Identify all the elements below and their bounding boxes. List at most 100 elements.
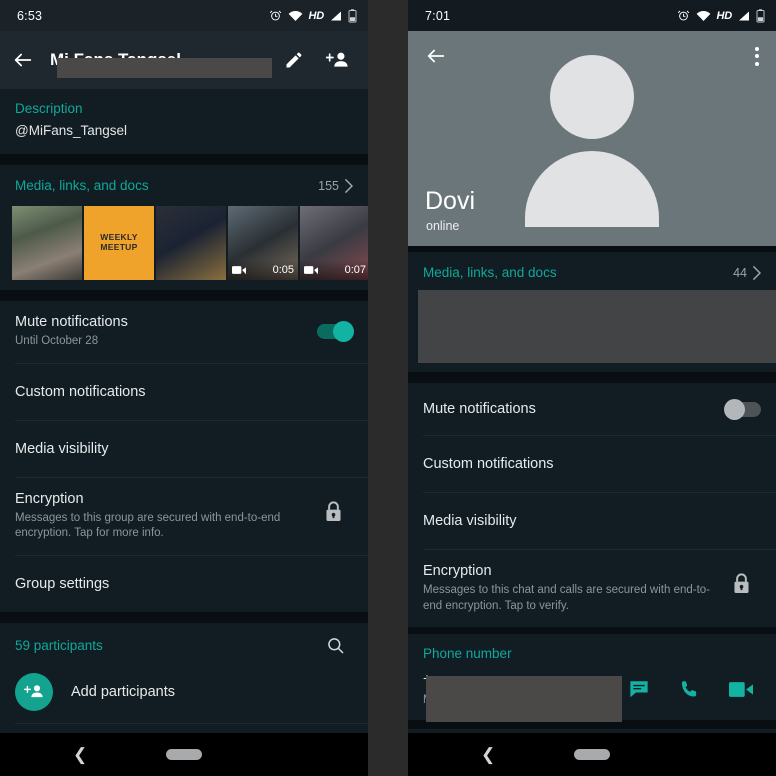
nav-home-pill[interactable] <box>574 749 610 760</box>
back-arrow-icon[interactable] <box>12 49 34 71</box>
status-icons: HD <box>269 8 358 23</box>
video-badge: 0:07 <box>300 260 368 280</box>
media-section: Media, links, and docs 44 <box>408 252 776 372</box>
media-count-wrap: 155 <box>318 179 353 193</box>
row-title: Custom notifications <box>15 383 146 400</box>
media-header-row[interactable]: Media, links, and docs 155 <box>0 165 368 206</box>
row-encryption[interactable]: Encryption Messages to this group are se… <box>0 478 368 555</box>
row-custom-notifications[interactable]: Custom notifications <box>0 364 368 420</box>
nav-back-icon[interactable]: ❮ <box>481 745 495 765</box>
row-custom-notifications[interactable]: Custom notifications <box>408 436 776 492</box>
mute-toggle[interactable] <box>317 321 354 343</box>
signal-icon <box>331 11 341 20</box>
battery-icon <box>348 8 357 22</box>
row-title: Media visibility <box>15 440 109 457</box>
media-thumbnail[interactable]: 0:07 <box>300 206 368 280</box>
network-type-label: HD <box>716 9 733 22</box>
row-encryption[interactable]: Encryption Messages to this chat and cal… <box>408 550 776 627</box>
battery-icon <box>756 8 765 22</box>
contact-app-bar: Dovi online <box>408 31 776 246</box>
row-title: Mute notifications <box>423 401 536 417</box>
alarm-icon <box>269 10 281 21</box>
row-media-visibility[interactable]: Media visibility <box>0 421 368 477</box>
row-group-settings[interactable]: Group settings <box>0 556 368 612</box>
add-person-icon[interactable] <box>326 50 350 70</box>
media-thumbnail[interactable] <box>12 206 82 280</box>
add-participants-row[interactable]: Add participants <box>0 661 368 723</box>
description-label: Description <box>15 101 83 116</box>
search-icon[interactable] <box>326 636 345 655</box>
chevron-right-icon <box>345 178 353 193</box>
avatar-head <box>550 55 634 139</box>
wifi-icon <box>288 10 302 21</box>
video-camera-icon <box>304 266 318 275</box>
add-participants-label: Add participants <box>71 683 175 700</box>
phone-number-row[interactable]: + M <box>408 663 776 723</box>
alarm-icon <box>677 10 689 21</box>
status-time: 6:53 <box>17 8 43 23</box>
signal-icon <box>739 11 749 20</box>
row-title: Group settings <box>15 575 110 592</box>
section-gap <box>0 154 368 165</box>
app-bar-actions <box>284 50 356 70</box>
media-count: 155 <box>318 178 339 193</box>
video-camera-icon <box>232 266 246 275</box>
redaction-overlay-media <box>418 290 776 363</box>
nav-bar-left: ❮ <box>0 733 368 776</box>
participants-count-label: 59 participants <box>15 637 103 653</box>
section-gap <box>0 290 368 301</box>
phone-call-icon[interactable] <box>679 679 700 700</box>
status-time: 7:01 <box>425 8 451 23</box>
row-title: Custom notifications <box>423 456 554 472</box>
media-thumbnail[interactable] <box>156 206 226 280</box>
add-person-icon <box>15 672 53 711</box>
chevron-right-icon <box>753 265 761 280</box>
contact-info-screen: 7:01 HD Dovi online Media, links, and do… <box>408 0 776 776</box>
media-count-wrap: 44 <box>733 266 761 280</box>
status-bar-right: 7:01 HD <box>408 0 776 31</box>
nav-back-icon[interactable]: ❮ <box>73 745 87 765</box>
section-gap <box>0 611 368 623</box>
settings-section: Mute notifications Until October 28 Cust… <box>0 301 368 612</box>
media-thumbnail-strip[interactable]: WEEKLY MEETUP 0:05 0:07 <box>0 206 368 280</box>
thumbnail-caption: WEEKLY MEETUP <box>100 232 138 252</box>
section-gap <box>408 627 776 635</box>
lock-icon <box>734 573 749 593</box>
media-header-row[interactable]: Media, links, and docs 44 <box>408 252 776 286</box>
network-type-label: HD <box>308 9 325 22</box>
settings-section: Mute notifications Custom notifications … <box>408 383 776 628</box>
section-gap <box>408 372 776 383</box>
lock-icon <box>326 500 341 521</box>
row-title: Encryption <box>15 490 84 507</box>
media-count: 44 <box>733 265 747 280</box>
row-title: Encryption <box>423 563 492 579</box>
contact-name: Dovi <box>425 187 476 215</box>
row-mute-notifications[interactable]: Mute notifications <box>408 383 776 435</box>
redaction-overlay-phone <box>426 676 622 723</box>
media-thumbnail[interactable]: 0:05 <box>228 206 298 280</box>
video-duration: 0:07 <box>344 264 366 276</box>
video-duration: 0:05 <box>272 264 294 276</box>
row-title: Mute notifications <box>15 314 128 330</box>
description-section[interactable]: Description @MiFans_Tangsel <box>0 89 368 154</box>
row-subtitle: Messages to this chat and calls are secu… <box>423 584 711 612</box>
row-subtitle: Messages to this group are secured with … <box>15 511 281 540</box>
message-icon[interactable] <box>628 680 650 699</box>
status-icons: HD <box>677 8 766 23</box>
participants-header-row: 59 participants <box>0 623 368 661</box>
avatar-body <box>525 151 659 227</box>
row-media-visibility[interactable]: Media visibility <box>408 493 776 549</box>
row-mute-notifications[interactable]: Mute notifications Until October 28 <box>0 301 368 363</box>
mute-toggle[interactable] <box>724 398 761 420</box>
nav-home-pill[interactable] <box>166 749 202 760</box>
row-title: Media visibility <box>423 513 517 529</box>
redaction-overlay-title <box>57 58 272 78</box>
pencil-edit-icon[interactable] <box>284 50 304 70</box>
status-bar-left: 6:53 HD <box>0 0 368 31</box>
video-call-icon[interactable] <box>729 681 753 698</box>
dual-screenshot-stage: 6:53 HD Description @MiFans_Tangsel Medi… <box>0 0 776 776</box>
media-label: Media, links, and docs <box>15 178 149 193</box>
wifi-icon <box>696 10 710 21</box>
media-thumbnail[interactable]: WEEKLY MEETUP <box>84 206 154 280</box>
description-value: @MiFans_Tangsel <box>15 123 128 138</box>
